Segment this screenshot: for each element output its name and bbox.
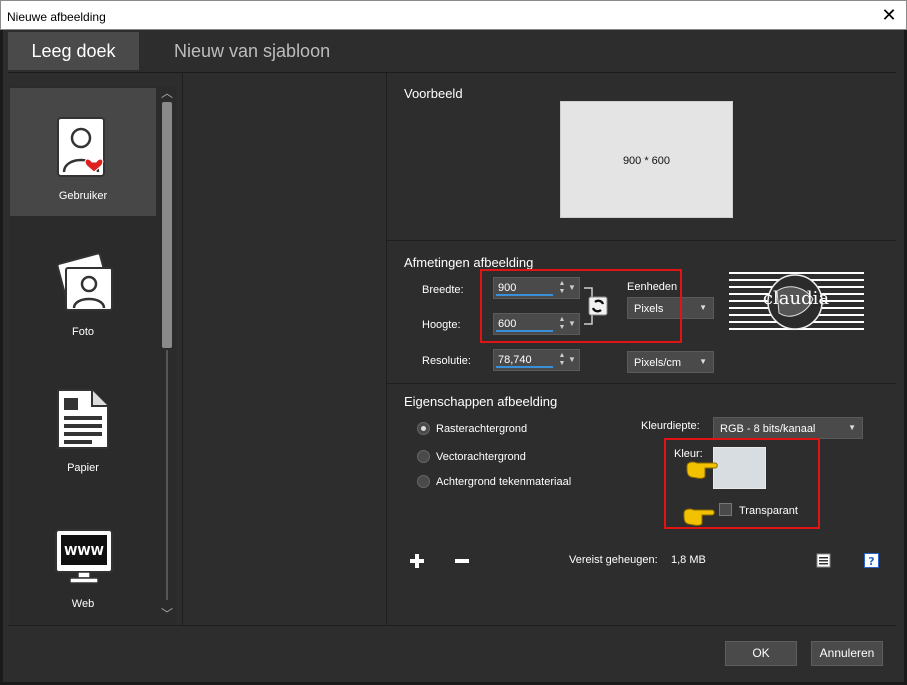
raster-background-label[interactable]: Rasterachtergrond	[436, 423, 527, 435]
watermark-text: claudia	[762, 288, 830, 309]
resolution-value: 78,740	[498, 354, 532, 366]
scrollbar-track[interactable]	[166, 350, 168, 600]
radio-vector-background[interactable]	[417, 450, 430, 463]
radio-art-media-background[interactable]	[417, 475, 430, 488]
chevron-down-icon[interactable]: ▼	[567, 352, 577, 368]
footer-divider	[8, 625, 896, 626]
width-label: Breedte:	[422, 284, 464, 296]
category-user[interactable]: Gebruiker	[10, 88, 156, 216]
preview-size-text: 900 * 600	[622, 155, 671, 167]
save-preset-button[interactable]	[816, 553, 831, 571]
color-depth-label: Kleurdiepte:	[641, 420, 700, 432]
category-paper[interactable]: Papier	[10, 360, 156, 488]
tab-empty-canvas[interactable]: Leeg doek	[8, 32, 139, 70]
category-label: Papier	[67, 462, 99, 474]
chevron-up-icon[interactable]: ︿	[160, 86, 174, 100]
tab-new-from-template[interactable]: Nieuw van sjabloon	[154, 32, 334, 70]
spin-arrows-icon[interactable]: ▲ ▼	[557, 352, 567, 368]
photo-icon	[56, 252, 113, 311]
vector-background-label[interactable]: Vectorachtergrond	[436, 451, 526, 463]
pointing-hand-icon	[683, 508, 715, 526]
chevron-down-icon: ▼	[699, 357, 707, 366]
transparent-checkbox[interactable]	[719, 503, 732, 516]
middle-divider	[386, 72, 387, 625]
height-label: Hoogte:	[422, 319, 461, 331]
preview-title: Voorbeeld	[404, 86, 463, 101]
chevron-down-icon: ▼	[848, 423, 856, 432]
svg-text:?: ?	[868, 555, 874, 568]
color-depth-value: RGB - 8 bits/kanaal	[720, 423, 816, 435]
svg-text:WWW: WWW	[64, 544, 104, 558]
watermark-logo: claudia	[729, 269, 864, 336]
art-media-background-label[interactable]: Achtergrond tekenmateriaal	[436, 476, 571, 488]
preview-canvas: 900 * 600	[560, 101, 733, 218]
category-label: Web	[71, 598, 95, 610]
dimensions-divider	[386, 383, 896, 384]
category-scrollbar[interactable]: ︿ ﹀	[160, 86, 174, 625]
scrollbar-thumb[interactable]	[162, 102, 172, 348]
remove-preset-button[interactable]	[455, 554, 469, 568]
left-divider	[182, 72, 183, 625]
resolution-units-select[interactable]: Pixels/cm ▼	[627, 351, 714, 373]
resolution-units-value: Pixels/cm	[634, 357, 682, 369]
color-depth-select[interactable]: RGB - 8 bits/kanaal ▼	[713, 417, 863, 439]
resolution-input[interactable]: 78,740 ▲ ▼ ▼	[493, 349, 580, 371]
category-web[interactable]: WWW Web	[10, 496, 156, 624]
memory-value: 1,8 MB	[671, 554, 706, 566]
pointing-hand-icon	[686, 461, 718, 479]
user-heart-icon	[57, 117, 105, 177]
dimensions-title: Afmetingen afbeelding	[404, 255, 534, 270]
radio-raster-background[interactable]	[417, 422, 430, 435]
category-panel: Gebruiker Foto Papier WWW Web ︿ ﹀	[10, 86, 176, 625]
chevron-down-icon: ▼	[699, 303, 707, 312]
help-icon: ?	[864, 553, 879, 568]
resolution-label: Resolutie:	[422, 355, 471, 367]
paper-icon	[57, 389, 109, 449]
help-button[interactable]: ?	[864, 553, 879, 571]
memory-label: Vereist geheugen:	[569, 554, 658, 566]
transparent-label[interactable]: Transparant	[739, 505, 798, 517]
category-label: Gebruiker	[58, 190, 108, 202]
category-label: Foto	[71, 326, 94, 338]
preview-divider	[386, 240, 896, 241]
ok-button[interactable]: OK	[725, 641, 797, 666]
add-preset-button[interactable]	[410, 554, 424, 568]
document-icon	[816, 553, 831, 568]
color-swatch[interactable]	[713, 447, 766, 489]
chevron-down-icon[interactable]: ﹀	[160, 607, 174, 621]
highlight-box-dimensions	[480, 269, 682, 343]
cancel-button[interactable]: Annuleren	[811, 641, 883, 666]
properties-title: Eigenschappen afbeelding	[404, 394, 558, 409]
web-monitor-icon: WWW	[55, 529, 113, 584]
tabs-divider	[8, 72, 896, 73]
close-icon[interactable]: ✕	[880, 6, 898, 24]
window-title: Nieuwe afbeelding	[7, 10, 106, 24]
category-photo[interactable]: Foto	[10, 224, 156, 352]
title-bar: Nieuwe afbeelding ✕	[0, 0, 907, 30]
minus-icon	[455, 559, 469, 563]
plus-icon	[410, 554, 424, 568]
input-underline	[496, 366, 553, 368]
